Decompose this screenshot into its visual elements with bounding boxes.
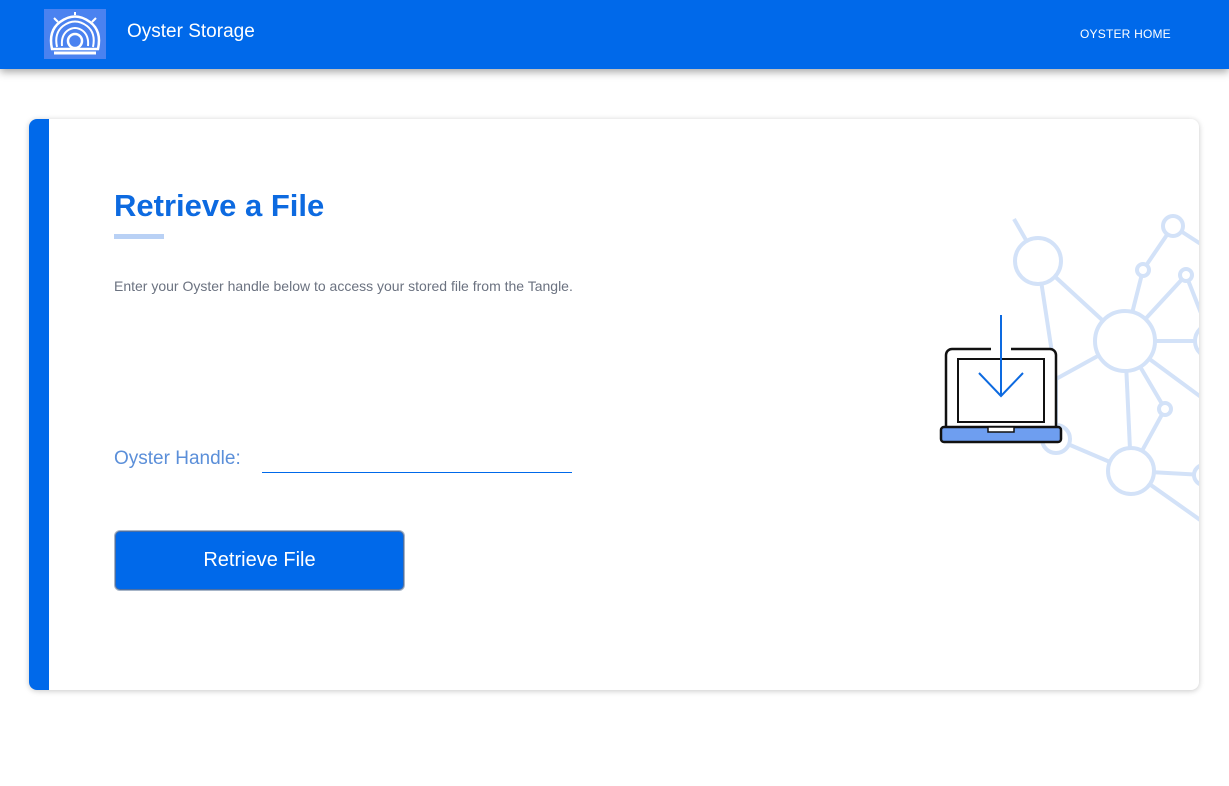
laptop-download-icon <box>939 315 1063 444</box>
page-title: Retrieve a File <box>114 188 325 223</box>
title-underline <box>114 234 164 239</box>
oyster-handle-input[interactable] <box>262 445 572 473</box>
oyster-handle-label: Oyster Handle: <box>114 448 241 469</box>
brand-title[interactable]: Oyster Storage <box>127 20 255 44</box>
retrieve-file-button[interactable]: Retrieve File <box>115 531 404 590</box>
oyster-logo-icon[interactable] <box>44 9 106 59</box>
retrieve-file-card: Retrieve a File Enter your Oyster handle… <box>29 119 1199 690</box>
page-description: Enter your Oyster handle below to access… <box>114 278 573 294</box>
top-navbar: Oyster Storage OYSTER HOME <box>0 0 1229 69</box>
card-accent-bar <box>29 119 49 690</box>
oyster-home-link[interactable]: OYSTER HOME <box>1080 26 1171 42</box>
